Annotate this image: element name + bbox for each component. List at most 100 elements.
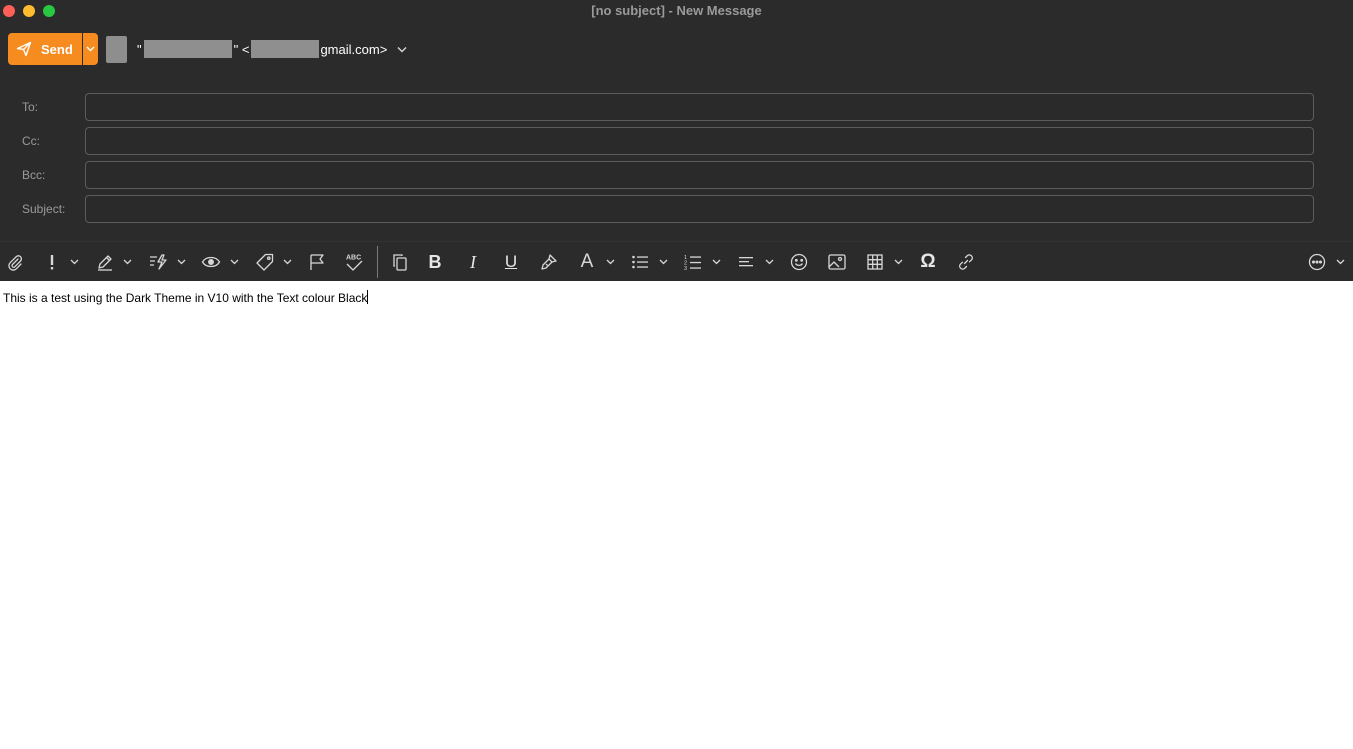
quick-parts-icon bbox=[150, 254, 167, 270]
bold-button[interactable]: B bbox=[424, 250, 446, 274]
chevron-down-icon bbox=[123, 259, 131, 265]
chevron-down-icon bbox=[86, 46, 95, 52]
bold-icon: B bbox=[428, 251, 442, 272]
numbered-list-button[interactable]: 123 bbox=[682, 250, 704, 274]
copy-button[interactable] bbox=[389, 250, 411, 274]
to-label: To: bbox=[22, 100, 39, 114]
numbered-list-dropdown[interactable] bbox=[709, 250, 723, 274]
chevron-down-icon bbox=[397, 46, 407, 53]
to-field[interactable] bbox=[85, 93, 1314, 121]
bullet-list-button[interactable] bbox=[629, 250, 651, 274]
chevron-down-icon bbox=[70, 259, 78, 265]
table-icon bbox=[867, 254, 883, 270]
italic-icon: I bbox=[470, 251, 476, 272]
bcc-row: Bcc: bbox=[0, 161, 1353, 189]
format-painter-icon bbox=[541, 254, 557, 270]
formatting-toolbar: ABC B I U A 1 2 3 Ω bbox=[0, 241, 1353, 281]
font-color-dropdown[interactable] bbox=[603, 250, 617, 274]
underline-icon: U bbox=[504, 252, 518, 271]
chevron-down-icon bbox=[765, 259, 773, 265]
quick-parts-button[interactable] bbox=[147, 250, 169, 274]
numbered-list-icon: 123 bbox=[684, 255, 701, 271]
read-receipt-dropdown[interactable] bbox=[227, 250, 241, 274]
italic-button[interactable]: I bbox=[462, 250, 484, 274]
insert-table-button[interactable] bbox=[864, 250, 886, 274]
font-color-icon: A bbox=[580, 251, 594, 272]
align-button[interactable] bbox=[735, 250, 757, 274]
message-body-editor[interactable]: This is a test using the Dark Theme in V… bbox=[0, 281, 1353, 749]
emoji-button[interactable] bbox=[788, 250, 810, 274]
more-icon bbox=[1308, 253, 1326, 271]
chevron-down-icon bbox=[230, 259, 238, 265]
send-label: Send bbox=[41, 41, 73, 57]
underline-button[interactable]: U bbox=[500, 250, 522, 274]
title-bar: [no subject] - New Message bbox=[0, 0, 1353, 22]
chevron-down-icon bbox=[712, 259, 720, 265]
insert-picture-button[interactable] bbox=[826, 250, 848, 274]
window-title: [no subject] - New Message bbox=[591, 3, 762, 18]
from-email-domain: gmail.com> bbox=[320, 41, 388, 57]
from-account-selector[interactable]: " " < gmail.com> bbox=[137, 40, 407, 58]
insert-link-button[interactable] bbox=[955, 250, 977, 274]
from-name-open-quote: " bbox=[137, 41, 142, 57]
spellcheck-button[interactable]: ABC bbox=[343, 250, 365, 274]
bcc-label: Bcc: bbox=[22, 168, 46, 182]
align-icon bbox=[739, 256, 753, 266]
more-options-button[interactable] bbox=[1306, 250, 1328, 274]
importance-dropdown[interactable] bbox=[67, 250, 81, 274]
compose-window: [no subject] - New Message Send " " < gm… bbox=[0, 0, 1353, 749]
from-name-close: " < bbox=[233, 41, 250, 57]
signature-icon bbox=[98, 255, 112, 271]
omega-symbol-icon: Ω bbox=[920, 251, 936, 272]
cc-label: Cc: bbox=[22, 134, 40, 148]
cc-field[interactable] bbox=[85, 127, 1314, 155]
message-body-content: This is a test using the Dark Theme in V… bbox=[3, 291, 368, 305]
insert-symbol-button[interactable]: Ω bbox=[917, 250, 939, 274]
format-painter-button[interactable] bbox=[538, 250, 560, 274]
flag-icon bbox=[310, 254, 324, 270]
emoji-icon bbox=[790, 253, 808, 271]
toolbar-separator bbox=[377, 246, 378, 278]
importance-button[interactable] bbox=[42, 250, 62, 274]
quick-parts-dropdown[interactable] bbox=[174, 250, 188, 274]
paper-plane-icon bbox=[16, 41, 32, 57]
more-options-dropdown[interactable] bbox=[1333, 250, 1347, 274]
attach-button[interactable] bbox=[4, 250, 26, 274]
follow-up-flag-button[interactable] bbox=[306, 250, 328, 274]
send-row: Send " " < gmail.com> bbox=[8, 33, 407, 65]
chevron-down-icon bbox=[1336, 259, 1344, 265]
from-account-avatar bbox=[106, 35, 127, 63]
chevron-down-icon bbox=[606, 259, 614, 265]
svg-text:3: 3 bbox=[684, 266, 687, 271]
categorize-dropdown[interactable] bbox=[280, 250, 294, 274]
subject-label: Subject: bbox=[22, 202, 66, 216]
font-color-button[interactable]: A bbox=[576, 250, 598, 274]
svg-text:ABC: ABC bbox=[346, 255, 361, 262]
bullet-list-icon bbox=[632, 255, 648, 269]
chevron-down-icon bbox=[894, 259, 902, 265]
link-icon bbox=[959, 254, 973, 270]
bullet-list-dropdown[interactable] bbox=[656, 250, 670, 274]
redacted-name bbox=[143, 40, 232, 58]
signature-button[interactable] bbox=[94, 250, 116, 274]
categorize-button[interactable] bbox=[254, 250, 276, 274]
read-receipt-button[interactable] bbox=[200, 250, 222, 274]
subject-row: Subject: bbox=[0, 195, 1353, 223]
insert-table-dropdown[interactable] bbox=[891, 250, 905, 274]
spellcheck-icon: ABC bbox=[346, 255, 363, 271]
chevron-down-icon bbox=[283, 259, 291, 265]
category-tag-icon bbox=[256, 253, 274, 271]
image-icon bbox=[828, 254, 846, 270]
importance-icon bbox=[50, 255, 54, 270]
subject-field[interactable] bbox=[85, 195, 1314, 223]
align-dropdown[interactable] bbox=[762, 250, 776, 274]
redacted-email bbox=[251, 40, 320, 58]
signature-dropdown[interactable] bbox=[120, 250, 134, 274]
send-button[interactable]: Send bbox=[8, 33, 82, 65]
send-options-dropdown[interactable] bbox=[83, 33, 98, 65]
bcc-field[interactable] bbox=[85, 161, 1314, 189]
read-receipt-icon bbox=[201, 256, 221, 268]
chevron-down-icon bbox=[659, 259, 667, 265]
cc-row: Cc: bbox=[0, 127, 1353, 155]
message-body-text[interactable]: This is a test using the Dark Theme in V… bbox=[3, 290, 369, 305]
